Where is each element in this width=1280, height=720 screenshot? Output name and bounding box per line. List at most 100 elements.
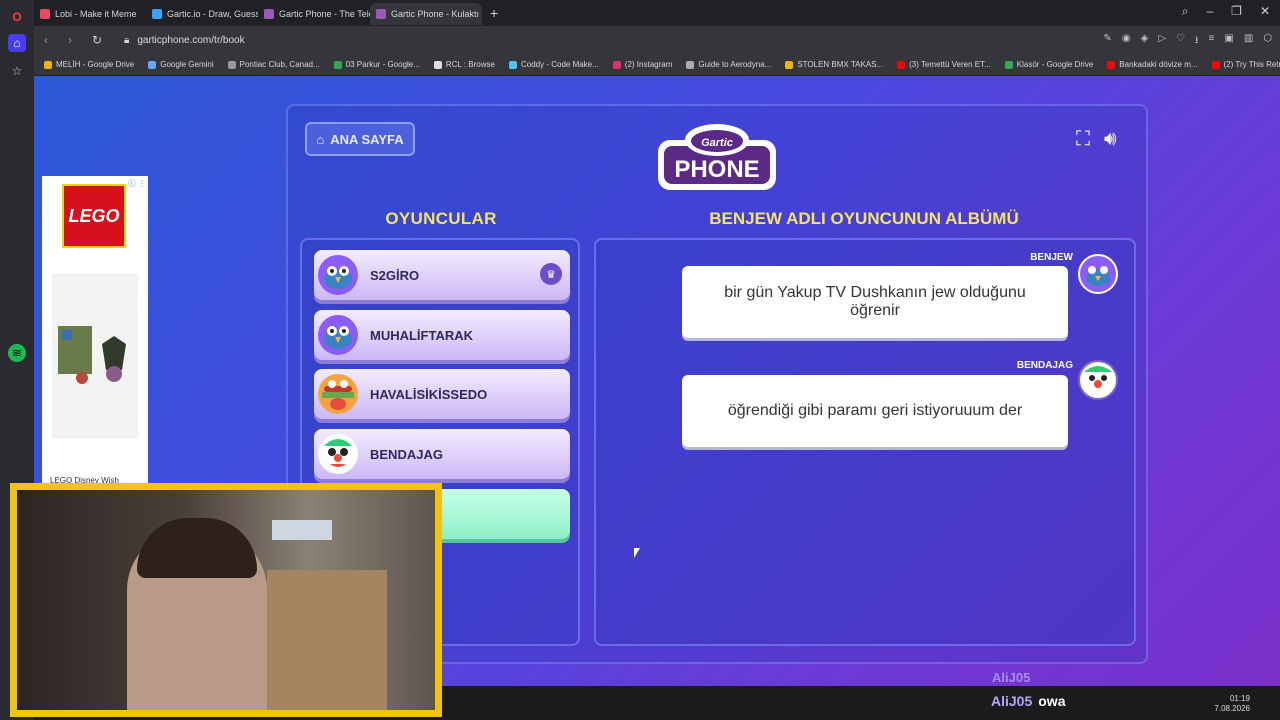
ad-banner[interactable]: ⓘ ⋮ LEGO LEGO Disney Wish: [42, 176, 148, 486]
play-icon[interactable]: ▷: [1158, 33, 1166, 50]
player-card[interactable]: MUHALİFTARAK: [314, 310, 570, 360]
bookmark-label: STOLEN BMX TAKAS...: [797, 60, 884, 69]
minimize-icon[interactable]: –: [1206, 4, 1213, 19]
menu-icon[interactable]: ≡: [1209, 33, 1215, 50]
players-heading: OYUNCULAR: [385, 209, 497, 228]
tab-1[interactable]: Gartic.io - Draw, Guess, W: [146, 3, 258, 25]
chat-line: AliJ05 owa: [991, 693, 1065, 709]
bookmark-label: MELİH - Google Drive: [56, 60, 135, 69]
album-author: BENJEW: [1030, 252, 1073, 263]
clock-date: 7.08.2026: [1214, 704, 1250, 713]
maximize-icon[interactable]: ❐: [1231, 4, 1242, 19]
bookmark-label: Bankadaki dövize m...: [1119, 60, 1198, 69]
edit-icon[interactable]: ✎: [1104, 33, 1112, 50]
tab-0[interactable]: Lobi - Make it Meme: [34, 3, 146, 25]
chat-username: AliJ05: [991, 693, 1033, 709]
search-tabs-icon[interactable]: ⌕: [1182, 4, 1189, 19]
sidebar-toggle-icon[interactable]: ▥: [1244, 33, 1253, 50]
url-field[interactable]: 🔒︎ garticphone.com/tr/book: [124, 35, 245, 46]
bookmark[interactable]: 03 Parkur - Google...: [333, 60, 420, 69]
webcam-painting: [267, 570, 387, 710]
tab-3[interactable]: Gartic Phone - Kulaktı: [370, 3, 482, 25]
bookmark-icon: [148, 60, 157, 69]
bookmark-icon: [433, 60, 442, 69]
player-card[interactable]: HAVALİSİKİSSEDO: [314, 369, 570, 419]
opera-logo-icon[interactable]: O: [8, 8, 26, 26]
mouse-cursor-icon: [634, 548, 640, 558]
album-entry-text: öğrendiği gibi paramı geri istiyoruuum d…: [682, 375, 1068, 447]
camera-icon[interactable]: ◉: [1122, 33, 1131, 50]
player-name: BENDAJAG: [370, 446, 443, 462]
bookmark-icon: [1004, 60, 1013, 69]
bookmark[interactable]: Google Gemini: [148, 60, 214, 69]
new-tab-icon[interactable]: +: [490, 5, 498, 21]
bookmark-icon: [785, 60, 794, 69]
gartic-phone-logo: Gartic PHONE: [656, 122, 778, 194]
bookmark[interactable]: Pontiac Club, Canad...: [227, 60, 320, 69]
forward-icon[interactable]: ›: [68, 33, 82, 47]
bookmark[interactable]: (2) Instagram: [612, 60, 673, 69]
address-bar: ‹ › ↻ 🔒︎ garticphone.com/tr/book ✎ ◉ ◈ ▷…: [34, 26, 1280, 54]
star-icon[interactable]: ☆: [8, 62, 26, 80]
player-avatar: [318, 315, 358, 355]
home-button-label: ANA SAYFA: [330, 131, 404, 147]
ad-info-icon[interactable]: ⓘ ⋮: [128, 178, 146, 189]
bookmark[interactable]: STOLEN BMX TAKAS...: [785, 60, 883, 69]
tab-favicon-icon: [40, 9, 50, 19]
tab-2[interactable]: Gartic Phone - The Teleph: [258, 3, 370, 25]
url-text: garticphone.com/tr/book: [137, 34, 245, 46]
player-avatar: [318, 374, 358, 414]
shield-icon[interactable]: ◈: [1141, 33, 1149, 50]
bookmark[interactable]: Bankadaki dövize m...: [1107, 60, 1198, 69]
tab-label: Gartic Phone - Kulaktı: [391, 9, 480, 19]
fullscreen-icon[interactable]: ⛶: [1076, 128, 1090, 151]
back-icon[interactable]: ‹: [44, 33, 58, 47]
bookmark-icon: [897, 60, 906, 69]
bookmark-icon: [686, 60, 695, 69]
lego-logo: LEGO: [62, 184, 126, 248]
bookmark-icon: [1211, 60, 1220, 69]
album-author: BENDAJAG: [1016, 360, 1073, 371]
close-icon[interactable]: ✕: [1260, 4, 1270, 19]
player-card[interactable]: BENDAJAG: [314, 429, 570, 479]
album-entry-text: bir gün Yakup TV Dushkanın jew olduğunu …: [682, 266, 1068, 338]
player-card[interactable]: S2GİRO ♛: [314, 250, 570, 300]
bookmark[interactable]: RCL : Browse: [433, 60, 495, 69]
bookmark[interactable]: Coddy - Code Make...: [508, 60, 599, 69]
volume-icon[interactable]: 🔊︎: [1104, 128, 1117, 151]
bookmark[interactable]: MELİH - Google Drive: [44, 60, 134, 69]
heart-icon[interactable]: ♡: [1176, 33, 1185, 50]
avatar[interactable]: ▣: [1224, 33, 1233, 50]
bookmark-label: Guide to Aerodyna...: [698, 60, 772, 69]
webcam-overlay: [10, 483, 442, 717]
spotify-icon[interactable]: ≋: [8, 344, 26, 362]
bookmark[interactable]: Klasör - Google Drive: [1004, 60, 1093, 69]
tab-bar: Lobi - Make it Meme Gartic.io - Draw, Gu…: [34, 0, 1280, 26]
author-avatar: [1078, 360, 1118, 400]
tab-favicon-icon: [152, 9, 162, 19]
bookmark[interactable]: (2) Try This Retro Eff...: [1211, 60, 1280, 69]
bookmark-icon: [227, 60, 236, 69]
reload-icon[interactable]: ↻: [92, 33, 106, 47]
logo-bottom-text: PHONE: [674, 156, 759, 183]
player-name: S2GİRO: [370, 267, 420, 283]
tab-label: Gartic Phone - The Teleph: [279, 9, 370, 19]
bookmark[interactable]: Guide to Aerodyna...: [686, 60, 771, 69]
download-icon[interactable]: ⭳: [1195, 33, 1199, 50]
bookmarks-bar: MELİH - Google Drive Google Gemini Ponti…: [34, 54, 1280, 76]
bookmark[interactable]: (3) Temettü Veren ET...: [897, 60, 991, 69]
extensions-icon[interactable]: ⬡: [1263, 33, 1272, 50]
bookmark-label: Coddy - Code Make...: [520, 60, 599, 69]
toolbar-icons: ✎ ◉ ◈ ▷ ♡ ⭳ ≡ ▣ ▥ ⬡: [1104, 33, 1272, 50]
clock-time: 01:19: [1229, 694, 1250, 703]
bookmark-label: (2) Instagram: [624, 60, 673, 69]
author-avatar: [1078, 254, 1118, 294]
system-clock: 01:19 7.08.2026: [1214, 694, 1250, 714]
ad-product-image: [52, 274, 138, 438]
tab-favicon-icon: [264, 9, 274, 19]
home-button[interactable]: ⌂ ANA SAYFA: [305, 122, 415, 156]
player-avatar: [318, 434, 358, 474]
chat-faded-user: AliJ05: [992, 670, 1031, 685]
home-icon[interactable]: ⌂: [8, 34, 26, 52]
bookmark-icon: [1107, 60, 1116, 69]
